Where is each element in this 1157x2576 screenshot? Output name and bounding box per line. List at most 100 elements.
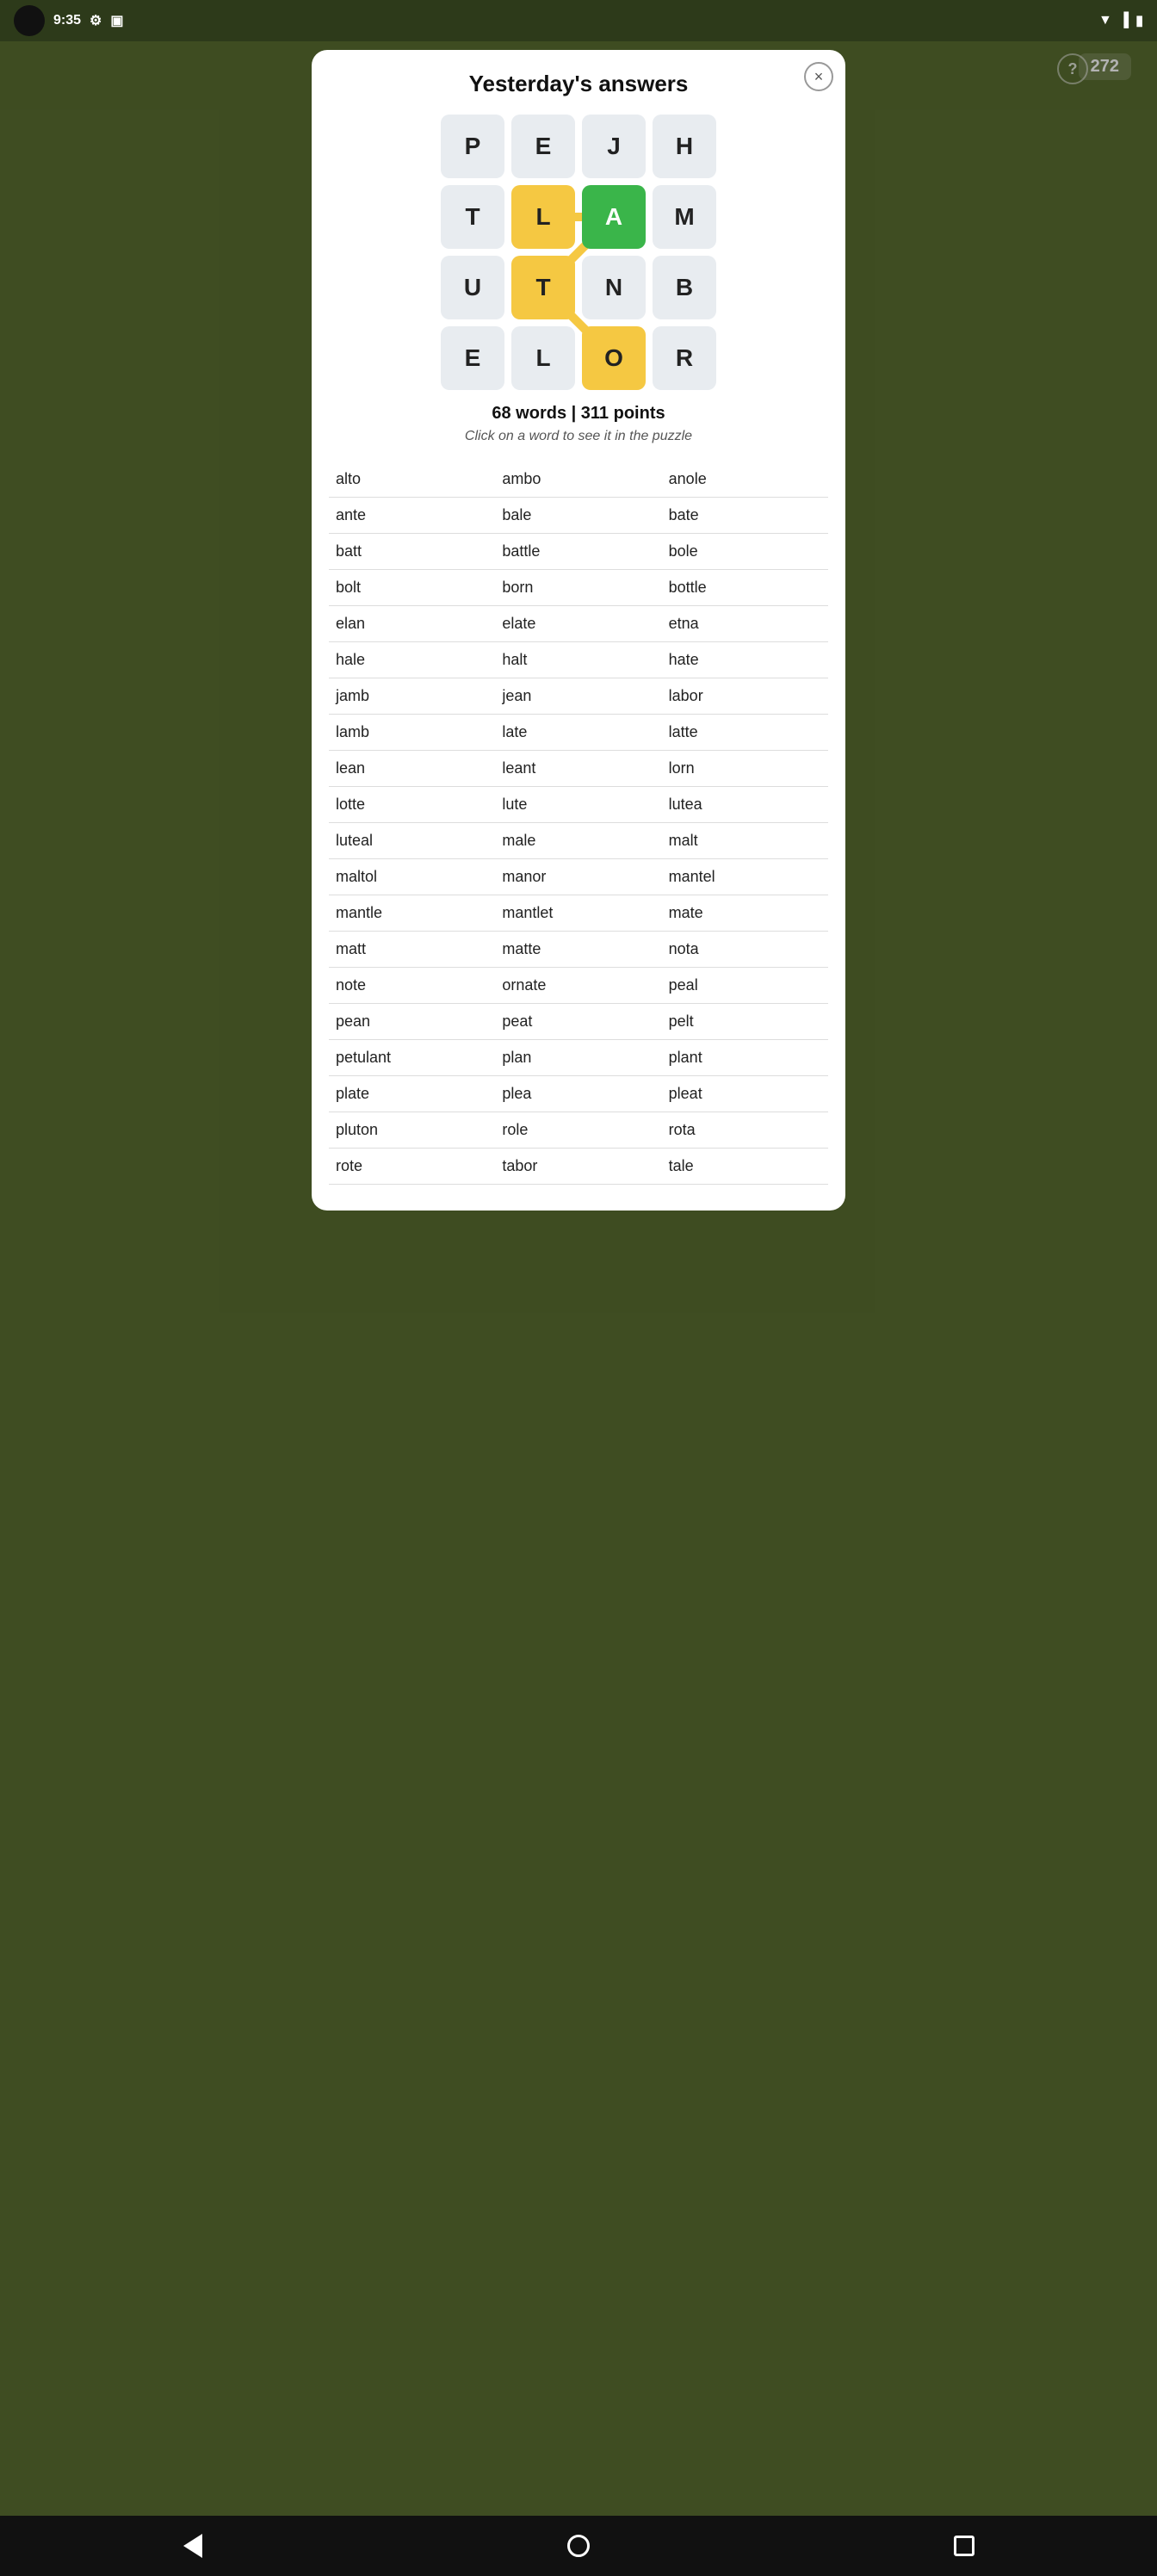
word-item[interactable]: mantel (662, 859, 828, 895)
word-item[interactable]: role (495, 1112, 661, 1149)
word-item[interactable]: plan (495, 1040, 661, 1076)
word-item[interactable]: matt (329, 932, 495, 968)
word-item[interactable]: ornate (495, 968, 661, 1004)
signal-icon: ▐ (1119, 13, 1129, 28)
word-list: altoamboanoleantebalebatebattbattleboleb… (329, 461, 828, 1185)
word-item[interactable]: plate (329, 1076, 495, 1112)
word-item[interactable]: lutea (662, 787, 828, 823)
recents-icon (954, 2536, 974, 2556)
word-item[interactable]: elan (329, 606, 495, 642)
home-icon (567, 2535, 590, 2557)
status-left: 9:35 ⚙ ▣ (14, 5, 124, 36)
word-item[interactable]: rota (662, 1112, 828, 1149)
letter-cell-L-3-1[interactable]: L (511, 326, 575, 390)
word-item[interactable]: rote (329, 1149, 495, 1185)
word-item[interactable]: ante (329, 498, 495, 534)
letter-cell-J-0-2[interactable]: J (582, 115, 646, 178)
hint-line: Click on a word to see it in the puzzle (329, 429, 828, 444)
screenshot-icon: ▣ (110, 12, 123, 29)
word-item[interactable]: born (495, 570, 661, 606)
letter-cell-L-1-1[interactable]: L (511, 185, 575, 249)
word-item[interactable]: mate (662, 895, 828, 932)
word-item[interactable]: hale (329, 642, 495, 678)
word-item[interactable]: bottle (662, 570, 828, 606)
word-item[interactable]: ambo (495, 461, 661, 498)
nav-bar (0, 2516, 1157, 2576)
game-background: ? 272 × Yesterday's answers PEJHTLAMUTNB… (0, 41, 1157, 2516)
word-item[interactable]: battle (495, 534, 661, 570)
word-item[interactable]: hate (662, 642, 828, 678)
word-item[interactable]: pleat (662, 1076, 828, 1112)
word-item[interactable]: male (495, 823, 661, 859)
word-item[interactable]: mantle (329, 895, 495, 932)
letter-cell-R-3-3[interactable]: R (653, 326, 716, 390)
letter-cell-E-0-1[interactable]: E (511, 115, 575, 178)
word-item[interactable]: maltol (329, 859, 495, 895)
letter-cell-N-2-2[interactable]: N (582, 256, 646, 319)
word-item[interactable]: leant (495, 751, 661, 787)
word-item[interactable]: bale (495, 498, 661, 534)
word-item[interactable]: late (495, 715, 661, 751)
status-right: ▼ ▐ ▮ (1098, 12, 1143, 29)
word-item[interactable]: jean (495, 678, 661, 715)
letter-cell-H-0-3[interactable]: H (653, 115, 716, 178)
word-item[interactable]: tabor (495, 1149, 661, 1185)
word-item[interactable]: lute (495, 787, 661, 823)
status-time: 9:35 (53, 13, 81, 28)
word-item[interactable]: latte (662, 715, 828, 751)
word-item[interactable]: luteal (329, 823, 495, 859)
word-item[interactable]: pean (329, 1004, 495, 1040)
word-item[interactable]: plea (495, 1076, 661, 1112)
modal-title: Yesterday's answers (329, 71, 828, 97)
letter-cell-E-3-0[interactable]: E (441, 326, 504, 390)
letter-cell-T-1-0[interactable]: T (441, 185, 504, 249)
word-item[interactable]: nota (662, 932, 828, 968)
home-button[interactable] (557, 2524, 600, 2567)
letter-grid: PEJHTLAMUTNBELOR (441, 115, 716, 390)
word-item[interactable]: labor (662, 678, 828, 715)
word-item[interactable]: tale (662, 1149, 828, 1185)
recents-button[interactable] (943, 2524, 986, 2567)
word-item[interactable]: note (329, 968, 495, 1004)
settings-icon: ⚙ (90, 12, 102, 29)
letter-cell-U-2-0[interactable]: U (441, 256, 504, 319)
word-item[interactable]: bole (662, 534, 828, 570)
word-item[interactable]: pluton (329, 1112, 495, 1149)
letter-cell-T-2-1[interactable]: T (511, 256, 575, 319)
word-item[interactable]: etna (662, 606, 828, 642)
answers-modal: × Yesterday's answers PEJHTLAMUTNBELOR 6… (312, 50, 845, 1211)
word-item[interactable]: bate (662, 498, 828, 534)
notch (14, 5, 45, 36)
word-item[interactable]: bolt (329, 570, 495, 606)
word-item[interactable]: elate (495, 606, 661, 642)
word-item[interactable]: peat (495, 1004, 661, 1040)
word-item[interactable]: lorn (662, 751, 828, 787)
wifi-icon: ▼ (1098, 13, 1112, 28)
word-item[interactable]: plant (662, 1040, 828, 1076)
word-item[interactable]: manor (495, 859, 661, 895)
word-item[interactable]: pelt (662, 1004, 828, 1040)
word-item[interactable]: malt (662, 823, 828, 859)
back-icon (183, 2534, 202, 2558)
word-item[interactable]: halt (495, 642, 661, 678)
close-button[interactable]: × (804, 62, 833, 91)
word-item[interactable]: mantlet (495, 895, 661, 932)
word-item[interactable]: lamb (329, 715, 495, 751)
word-item[interactable]: jamb (329, 678, 495, 715)
letter-cell-O-3-2[interactable]: O (582, 326, 646, 390)
word-item[interactable]: peal (662, 968, 828, 1004)
modal-overlay: × Yesterday's answers PEJHTLAMUTNBELOR 6… (0, 41, 1157, 2516)
letter-cell-P-0-0[interactable]: P (441, 115, 504, 178)
word-item[interactable]: alto (329, 461, 495, 498)
word-item[interactable]: petulant (329, 1040, 495, 1076)
letter-cell-M-1-3[interactable]: M (653, 185, 716, 249)
word-item[interactable]: lotte (329, 787, 495, 823)
back-button[interactable] (171, 2524, 214, 2567)
word-item[interactable]: lean (329, 751, 495, 787)
word-item[interactable]: matte (495, 932, 661, 968)
word-item[interactable]: batt (329, 534, 495, 570)
letter-cell-B-2-3[interactable]: B (653, 256, 716, 319)
word-item[interactable]: anole (662, 461, 828, 498)
letter-cell-A-1-2[interactable]: A (582, 185, 646, 249)
status-bar: 9:35 ⚙ ▣ ▼ ▐ ▮ (0, 0, 1157, 41)
